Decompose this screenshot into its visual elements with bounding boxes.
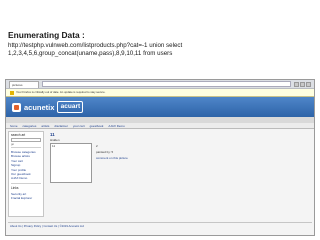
sidebar-divider [11, 147, 41, 148]
site-logo[interactable]: acunetix [24, 103, 54, 112]
product-title: 11 [50, 132, 55, 137]
comment-link[interactable]: comment on this picture [96, 155, 128, 161]
web-page: acunetix acuart home categories artists … [6, 97, 314, 235]
browser-screenshot: pictures Your Firefox is critically out … [5, 79, 315, 236]
sidebar-nav: Browse categories Browse artists Your ca… [9, 149, 43, 182]
search-go-button[interactable]: go [11, 143, 43, 146]
product-subtitle: Hidden [50, 138, 60, 142]
close-icon[interactable] [306, 81, 311, 87]
product-image[interactable] [50, 143, 92, 183]
product-info: 2 painted by: 5 comment on this picture [96, 143, 128, 161]
menu-home[interactable]: home [10, 124, 18, 128]
sidebar-divider [11, 182, 41, 184]
site-menu: home categories artists disclaimer your … [6, 123, 314, 129]
minimize-icon[interactable] [294, 81, 299, 87]
acunetix-logo-icon [12, 102, 21, 112]
slide-subtitle: http://testphp.vulnweb.com/listproducts.… [8, 42, 183, 58]
window-controls [294, 81, 311, 87]
menu-cart[interactable]: your cart [73, 124, 85, 128]
update-warning-bar: Your Firefox is critically out of date. … [6, 89, 314, 97]
sidebar-item-ajax[interactable]: AJAX Demo [11, 176, 41, 180]
menu-artists[interactable]: artists [41, 124, 49, 128]
link-fractal-explorer[interactable]: Fractal Explorer [11, 196, 41, 200]
browser-tab[interactable]: pictures [9, 80, 39, 88]
menu-categories[interactable]: categories [23, 124, 37, 128]
address-bar[interactable] [42, 81, 291, 87]
site-banner: acunetix acuart [6, 97, 314, 117]
warning-icon [10, 90, 14, 95]
maximize-icon[interactable] [300, 81, 305, 87]
search-input[interactable] [11, 138, 41, 142]
browser-toolbar: pictures [6, 80, 314, 89]
menu-disclaimer[interactable]: disclaimer [54, 124, 68, 128]
sidebar: search art go Browse categories Browse a… [8, 131, 44, 217]
menu-ajax[interactable]: AJAX Demo [108, 124, 124, 128]
links-list: Security art Fractal Explorer [9, 191, 43, 202]
slide: Enumerating Data : http://testphp.vulnwe… [0, 0, 320, 240]
acuart-logo[interactable]: acuart [57, 101, 84, 113]
warning-text: Your Firefox is critically out of date. … [16, 90, 106, 94]
slide-title: Enumerating Data : [8, 30, 85, 40]
product-number: 11 [52, 144, 56, 148]
site-footer[interactable]: About Us | Privacy Policy | Contact Us |… [8, 222, 312, 229]
menu-guestbook[interactable]: guestbook [90, 124, 104, 128]
